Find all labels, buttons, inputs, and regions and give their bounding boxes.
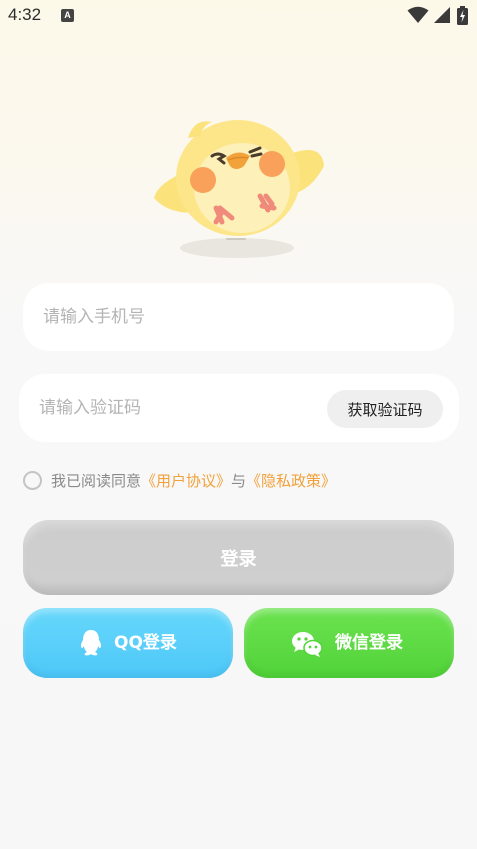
status-time: 4:32 [8,5,42,24]
agreement-checkbox[interactable] [23,471,42,490]
wechat-icon [292,632,323,657]
verification-code-field[interactable]: 获取验证码 [19,374,459,442]
login-button[interactable]: 登录 [23,520,454,595]
qq-login-label: QQ登录 [114,633,177,653]
phone-input[interactable] [43,283,433,351]
wechat-login-label: 微信登录 [335,633,403,653]
battery-charging-icon [457,6,468,25]
agreement-conjunction: 与 [231,472,247,490]
privacy-policy-link[interactable]: 《隐私政策》 [246,472,336,490]
phone-field[interactable] [23,283,454,351]
mascot-chick-illustration [154,120,324,258]
get-code-button[interactable]: 获取验证码 [327,390,443,428]
agreement-text: 我已阅读同意《用户协议》与《隐私政策》 [51,470,336,492]
user-agreement-link[interactable]: 《用户协议》 [141,472,231,490]
verification-code-input[interactable] [39,374,309,442]
qq-login-button[interactable]: QQ登录 [23,608,233,678]
agreement-row: 我已阅读同意《用户协议》与《隐私政策》 [23,470,463,492]
cellular-signal-icon [434,7,450,23]
wifi-icon [407,6,429,23]
status-bar: 4:32 A [0,0,477,34]
agreement-prefix: 我已阅读同意 [51,472,142,490]
qq-penguin-icon [80,630,102,656]
status-indicators [407,6,469,26]
app-notification-icon: A [61,9,74,22]
wechat-login-button[interactable]: 微信登录 [244,608,454,678]
